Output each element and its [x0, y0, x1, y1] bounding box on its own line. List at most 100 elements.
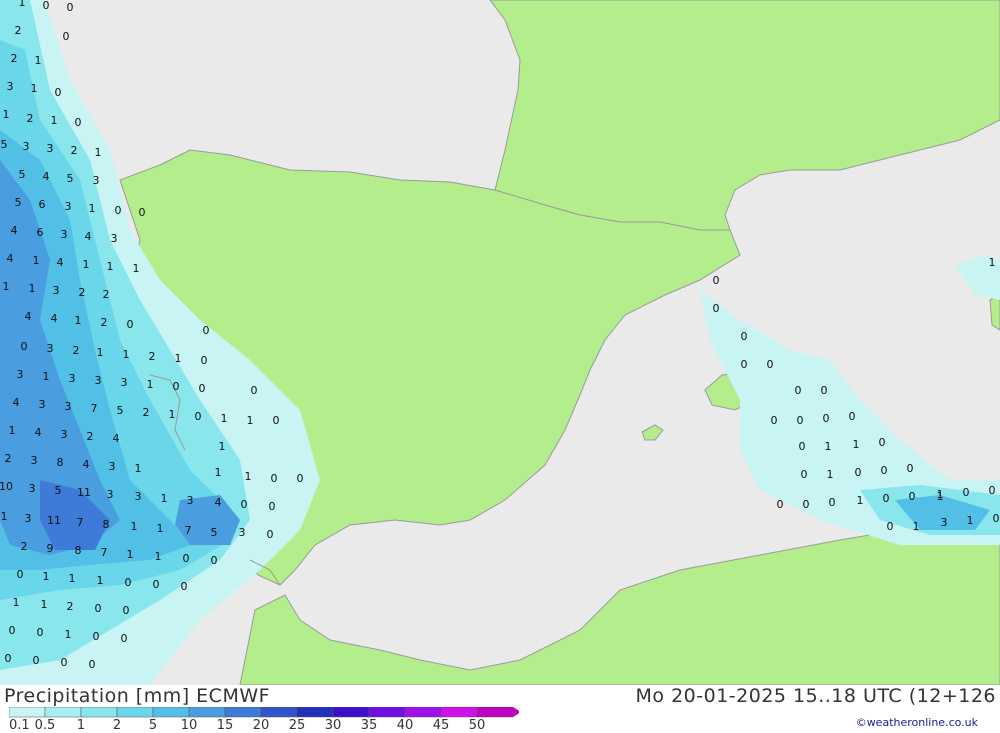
precip-value: 0: [121, 632, 128, 645]
precip-value: 2: [103, 288, 110, 301]
precip-value: 0: [741, 358, 748, 371]
precip-value: 3: [61, 228, 68, 241]
precip-value: 1: [827, 468, 834, 481]
precip-value: 8: [75, 544, 82, 557]
precip-value: 2: [101, 316, 108, 329]
precip-value: 1: [75, 314, 82, 327]
precip-value: 1: [147, 378, 154, 391]
precip-value: 1: [35, 54, 42, 67]
precip-value: 0: [9, 624, 16, 637]
precip-value: 1: [247, 414, 254, 427]
precip-value: 1: [967, 514, 974, 527]
precip-value: 0: [201, 354, 208, 367]
precip-value: 1: [913, 520, 920, 533]
precip-value: 1: [175, 352, 182, 365]
legend-swatch: [152, 707, 190, 718]
precip-value: 2: [21, 540, 28, 553]
precip-value: 4: [43, 170, 50, 183]
precip-value: 0: [89, 658, 96, 671]
precip-value: 2: [15, 24, 22, 37]
precip-value: 4: [113, 432, 120, 445]
precip-value: 1: [13, 596, 20, 609]
legend-swatch: [116, 707, 154, 718]
precip-value: 1: [43, 370, 50, 383]
legend-label: 50: [469, 718, 486, 731]
precip-value: 1: [9, 424, 16, 437]
credit-link[interactable]: ©weatheronline.co.uk: [856, 716, 978, 729]
precip-value: 0: [297, 472, 304, 485]
precip-value: 0: [61, 656, 68, 669]
legend-label: 5: [149, 718, 157, 731]
precip-value: 11: [77, 486, 91, 499]
precip-value: 0: [907, 462, 914, 475]
precip-value: 3: [17, 368, 24, 381]
precip-value: 0: [829, 496, 836, 509]
precip-value: 5: [117, 404, 124, 417]
precip-value: 0: [125, 576, 132, 589]
legend-label: 1: [77, 718, 85, 731]
precip-value: 0: [183, 552, 190, 565]
precip-value: 3: [121, 376, 128, 389]
precip-value: 1: [51, 114, 58, 127]
precip-value: 8: [103, 518, 110, 531]
precip-value: 0: [95, 602, 102, 615]
precip-value: 0: [271, 472, 278, 485]
precip-value: 0: [211, 554, 218, 567]
precipitation-map: 1002021310121053321545356310046343414111…: [0, 0, 1000, 686]
precip-value: 3: [53, 284, 60, 297]
precip-value: 0: [777, 498, 784, 511]
precip-value: 1: [97, 346, 104, 359]
precip-value: 1: [69, 572, 76, 585]
precip-value: 0: [173, 380, 180, 393]
precip-value: 0: [241, 498, 248, 511]
color-legend: 0.1 0.5 1 2 5 10 15 20 25 30 35 40 45 50: [9, 707, 519, 731]
precip-value: 1: [19, 0, 26, 9]
precip-value: 0: [887, 520, 894, 533]
precip-value: 11: [47, 514, 61, 527]
precip-value: 0: [273, 414, 280, 427]
precip-value: 5: [55, 484, 62, 497]
precip-value: 1: [3, 108, 10, 121]
precip-value: 1: [857, 494, 864, 507]
legend-label: 0.5: [35, 718, 56, 731]
precip-value: 3: [29, 482, 36, 495]
precip-value: 0: [963, 486, 970, 499]
precip-value: 3: [69, 372, 76, 385]
precip-value: 8: [57, 456, 64, 469]
precip-value: 7: [101, 546, 108, 559]
legend-swatch: [368, 707, 406, 718]
precip-value: 4: [7, 252, 14, 265]
land-sardinia: [989, 294, 1000, 331]
precip-value: 3: [109, 460, 116, 473]
precip-value: 4: [83, 458, 90, 471]
precip-value: 0: [993, 512, 1000, 525]
legend-swatch: [404, 707, 442, 718]
precip-value: 2: [143, 406, 150, 419]
legend-swatch: [9, 707, 46, 718]
precip-value: 0: [909, 490, 916, 503]
legend-label: 45: [433, 718, 450, 731]
precip-value: 3: [65, 400, 72, 413]
precip-value: 4: [25, 310, 32, 323]
precip-value: 0: [741, 330, 748, 343]
precip-value: 0: [195, 410, 202, 423]
precip-value: 1: [221, 412, 228, 425]
precip-value: 2: [27, 112, 34, 125]
precip-value: 2: [79, 286, 86, 299]
precip-value: 3: [61, 428, 68, 441]
precip-value: 0: [55, 86, 62, 99]
precip-value: 2: [11, 52, 18, 65]
precip-value: 2: [87, 430, 94, 443]
precip-value: 4: [57, 256, 64, 269]
precip-value: 1: [215, 466, 222, 479]
precip-value: 1: [219, 440, 226, 453]
precip-value: 1: [97, 574, 104, 587]
precip-value: 0: [855, 466, 862, 479]
precip-value: 0: [75, 116, 82, 129]
precip-value: 1: [107, 260, 114, 273]
precip-value: 1: [95, 146, 102, 159]
precip-value: 0: [203, 324, 210, 337]
precip-value: 1: [123, 348, 130, 361]
precip-value: 3: [39, 398, 46, 411]
precip-value: 3: [95, 374, 102, 387]
